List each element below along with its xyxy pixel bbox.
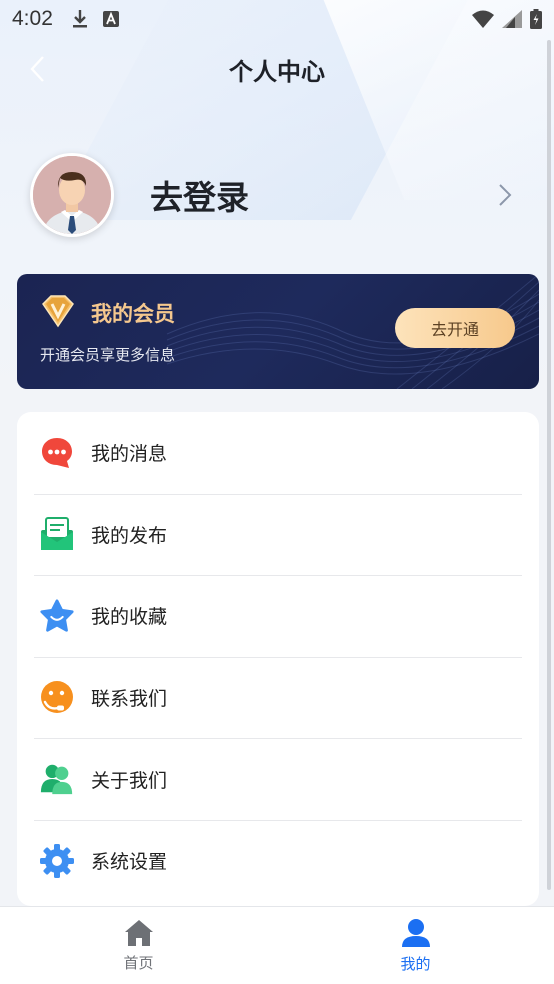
status-bar: 4:02 xyxy=(0,0,554,38)
publish-icon xyxy=(39,516,75,552)
vip-diamond-icon xyxy=(42,295,74,328)
contact-icon xyxy=(39,680,75,716)
page-header: 个人中心 xyxy=(0,44,554,94)
menu-label: 我的收藏 xyxy=(91,606,168,629)
vip-title: 我的会员 xyxy=(91,302,175,326)
open-vip-button[interactable]: 去开通 xyxy=(395,308,515,348)
message-icon xyxy=(39,435,75,471)
chevron-right-icon[interactable] xyxy=(498,183,512,207)
vip-subtitle: 开通会员享更多信息 xyxy=(40,346,176,364)
menu-item-settings[interactable]: 系统设置 xyxy=(17,819,539,902)
back-button[interactable] xyxy=(22,54,52,84)
menu-item-contact[interactable]: 联系我们 xyxy=(17,656,539,739)
profile-icon xyxy=(401,919,430,947)
vip-card[interactable]: 我的会员 开通会员享更多信息 去开通 xyxy=(17,274,539,389)
login-text[interactable]: 去登录 xyxy=(150,171,249,219)
menu-item-publish[interactable]: 我的发布 xyxy=(17,493,539,576)
about-users-icon xyxy=(39,761,75,797)
status-time: 4:02 xyxy=(12,7,53,30)
page-title: 个人中心 xyxy=(229,57,325,86)
menu-item-favorites[interactable]: 我的收藏 xyxy=(17,575,539,657)
chevron-left-icon xyxy=(30,56,44,82)
bottom-tab-bar: 首页 我的 xyxy=(0,906,554,984)
tab-home[interactable]: 首页 xyxy=(0,907,277,984)
settings-gear-icon xyxy=(39,843,75,879)
tab-label: 我的 xyxy=(400,955,431,973)
menu-label: 我的发布 xyxy=(91,524,168,547)
tab-mine[interactable]: 我的 xyxy=(277,907,554,984)
avatar[interactable] xyxy=(30,153,114,237)
signal-icon xyxy=(502,10,522,28)
menu-label: 我的消息 xyxy=(91,443,168,466)
menu-item-about[interactable]: 关于我们 xyxy=(17,738,539,820)
home-icon xyxy=(124,920,153,946)
login-row[interactable]: 去登录 xyxy=(30,152,524,238)
download-icon xyxy=(72,10,87,28)
menu-label: 关于我们 xyxy=(91,769,168,792)
text-a-icon xyxy=(102,11,119,27)
menu-label: 联系我们 xyxy=(91,688,168,711)
tab-label: 首页 xyxy=(123,954,154,972)
wifi-icon xyxy=(472,10,494,28)
menu-label: 系统设置 xyxy=(91,851,168,874)
scrollbar[interactable] xyxy=(547,40,551,890)
battery-icon xyxy=(530,9,542,29)
favorite-star-icon xyxy=(39,598,75,634)
menu-item-messages[interactable]: 我的消息 xyxy=(17,412,539,494)
default-avatar-icon xyxy=(33,156,111,234)
menu-list: 我的消息 我的发布 我的收藏 联系我们 关于我们 系统设置 xyxy=(17,412,539,906)
